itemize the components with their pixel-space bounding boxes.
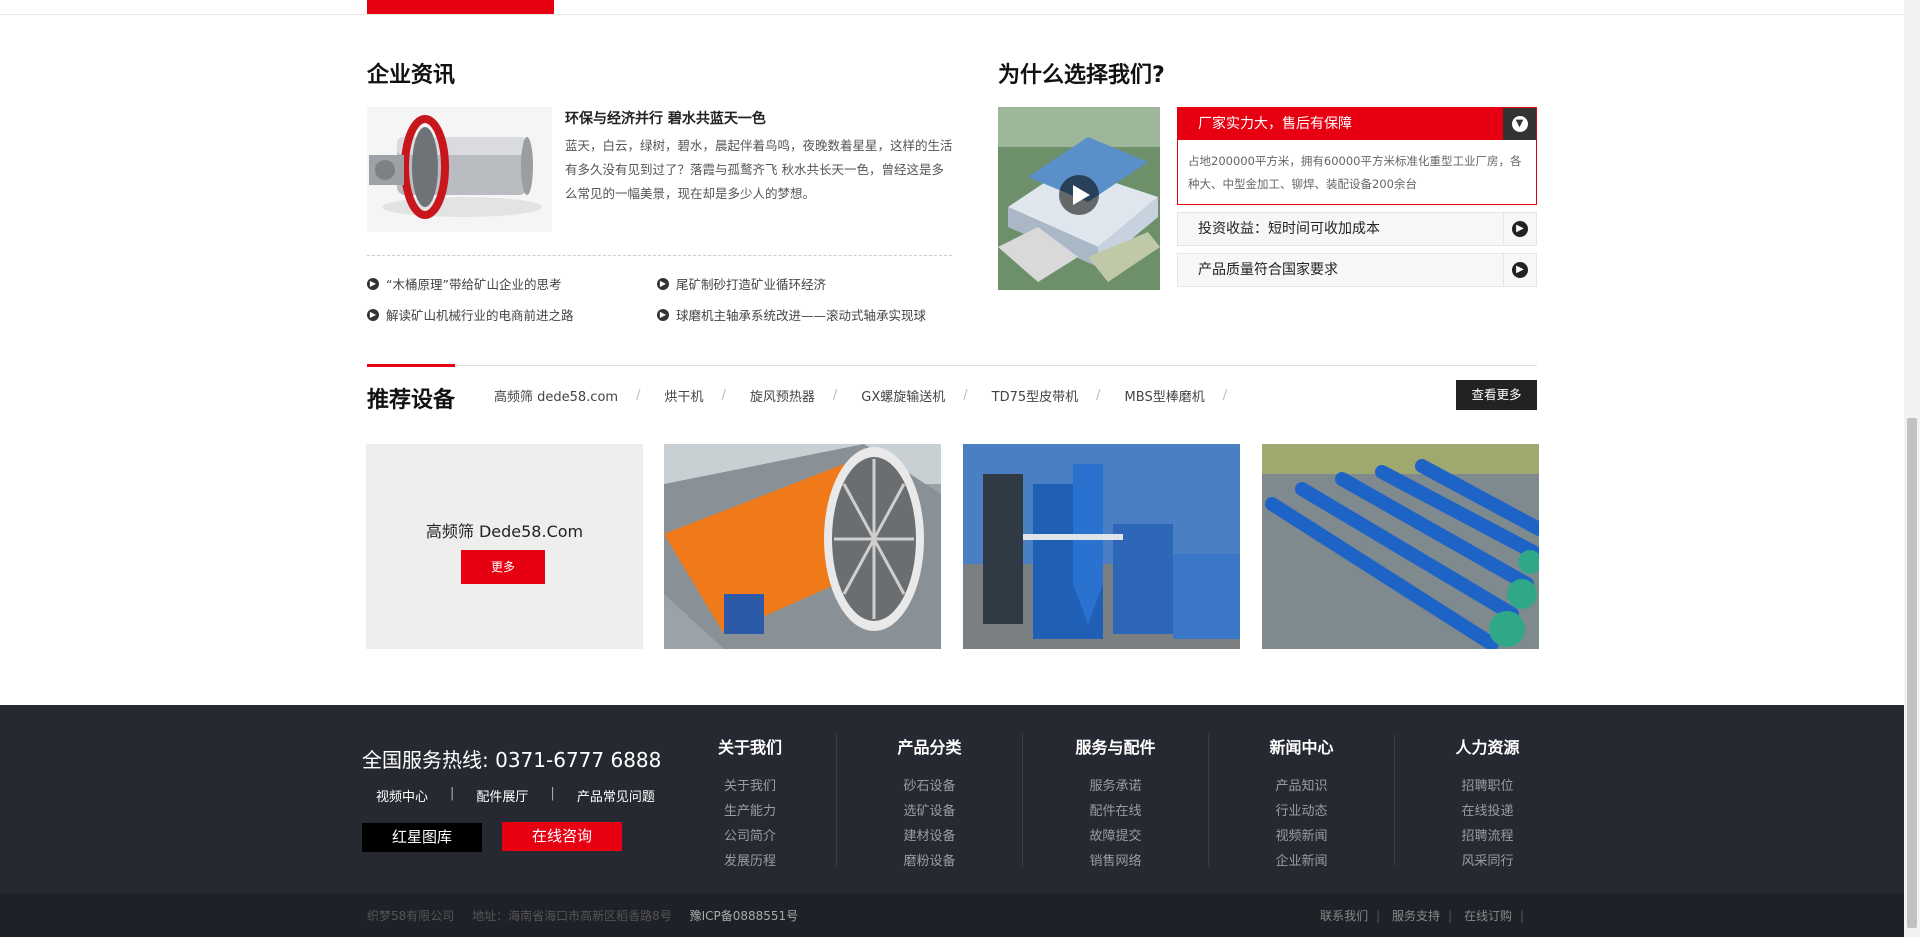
news-divider — [367, 255, 952, 256]
product-name[interactable]: 高频筛 Dede58.Com — [366, 518, 643, 542]
chevron-right-icon[interactable]: ▶ — [1503, 213, 1536, 245]
footer-link[interactable]: 产品常见问题 — [577, 786, 655, 805]
footer-column-link[interactable]: 磨粉设备 — [837, 849, 1022, 874]
footer-column-link[interactable]: 在线投递 — [1395, 799, 1580, 824]
why-item-2[interactable]: 投资收益：短时间可收加成本 ▶ — [1177, 212, 1537, 246]
footer-column-title: 新闻中心 — [1269, 738, 1334, 757]
news-item[interactable]: ▶ “木桶原理”带给矿山企业的思考 — [367, 274, 657, 293]
footer-column-link[interactable]: 生产能力 — [657, 799, 843, 824]
footer-column-title: 人力资源 — [1455, 738, 1520, 757]
footer-column-link[interactable]: 视频新闻 — [1209, 824, 1394, 849]
footer-column-link[interactable]: 建材设备 — [837, 824, 1022, 849]
footer-column-link[interactable]: 公司简介 — [657, 824, 843, 849]
featured-news-desc: 蓝天，白云，绿树，碧水，晨起伴着鸟鸣，夜晚数着星星，这样的生活有多久没有见到过了… — [565, 138, 953, 201]
why-item-1[interactable]: 厂家实力大，售后有保障 ▼ 占地200000平方米，拥有60000平方米标准化重型… — [1177, 107, 1537, 205]
footer-column-hr: 人力资源 招聘职位 在线投递 招聘流程 风采同行 — [1394, 734, 1580, 869]
footer-column-products: 产品分类 砂石设备 选矿设备 建材设备 磨粉设备 — [836, 734, 1022, 869]
footer-column-link[interactable]: 选矿设备 — [837, 799, 1022, 824]
footer-column-link[interactable]: 关于我们 — [657, 774, 843, 799]
footer-column-link[interactable]: 服务承诺 — [1023, 774, 1208, 799]
company-name: 织梦58有限公司 — [367, 909, 455, 923]
footer-column-link[interactable]: 销售网络 — [1023, 849, 1208, 874]
footer-link[interactable]: 视频中心 — [376, 786, 428, 805]
product-card[interactable]: 高频筛 Dede58.Com 更多 — [366, 444, 643, 649]
page-scrollbar[interactable] — [1904, 0, 1920, 937]
footer-column-title: 关于我们 — [717, 738, 782, 757]
view-more-button[interactable]: 查看更多 — [1456, 380, 1537, 410]
product-image-screw-conveyor[interactable] — [1262, 444, 1539, 649]
footer-column-link[interactable]: 行业动态 — [1209, 799, 1394, 824]
copyright-info: 织梦58有限公司 地址：海南省海口市高新区稻香路8号 豫ICP备0888551号 — [367, 907, 812, 924]
footer-column-link[interactable]: 风采同行 — [1395, 849, 1580, 874]
why-item-1-body: 占地200000平方米，拥有60000平方米标准化重型工业厂房，各种大、中型金加… — [1178, 140, 1536, 204]
top-nav-strip — [0, 0, 1904, 15]
arrow-circle-icon: ▶ — [657, 308, 669, 321]
page: 企业资讯 环保与经济并行 碧水共蓝天一色 蓝天，白云，绿树，碧水，晨起伴着鸟鸣，… — [0, 0, 1920, 937]
factory-video-thumbnail[interactable] — [998, 107, 1160, 290]
why-item-2-label: 投资收益：短时间可收加成本 — [1198, 221, 1380, 237]
footer-link[interactable]: 配件展厅 — [476, 786, 528, 805]
news-item[interactable]: ▶ 解读矿山机械行业的电商前进之路 — [367, 305, 657, 324]
arrow-circle-icon: ▶ — [367, 277, 379, 290]
footer-column-link[interactable]: 故障提交 — [1023, 824, 1208, 849]
recommend-tab[interactable]: GX螺旋输送机 — [861, 386, 945, 405]
footer-column-about: 关于我们 关于我们 生产能力 公司简介 发展历程 — [657, 734, 843, 869]
recommend-tab[interactable]: MBS型棒磨机 — [1125, 386, 1205, 405]
bottom-link[interactable]: 服务支持 — [1392, 909, 1440, 923]
recommend-tab[interactable]: 烘干机 — [664, 386, 703, 405]
featured-news-image[interactable] — [367, 107, 552, 232]
product-more-button[interactable]: 更多 — [461, 550, 545, 584]
footer-column-link[interactable]: 发展历程 — [657, 849, 843, 874]
footer-column-news: 新闻中心 产品知识 行业动态 视频新闻 企业新闻 — [1208, 734, 1394, 869]
chevron-down-icon[interactable]: ▼ — [1503, 108, 1536, 140]
arrow-circle-icon: ▶ — [367, 308, 379, 321]
recommend-tabs: 高频筛 dede58.com / 烘干机 / 旋风预热器 / GX螺旋输送机 / TD7… — [494, 386, 1228, 405]
gallery-button[interactable]: 红星图库 — [362, 823, 482, 852]
company-address: 地址：海南省海口市高新区稻香路8号 — [472, 909, 672, 923]
why-item-1-label: 厂家实力大，售后有保障 — [1198, 116, 1352, 132]
footer-column-service: 服务与配件 服务承诺 配件在线 故障提交 销售网络 — [1022, 734, 1208, 869]
why-item-3-label: 产品质量符合国家要求 — [1198, 262, 1338, 278]
news-section-title: 企业资讯 — [367, 63, 456, 88]
bottom-links: 联系我们 | 服务支持 | 在线订购 | — [1320, 909, 1524, 923]
online-consult-button[interactable]: 在线咨询 — [502, 822, 622, 851]
product-image-rotary-dryer[interactable] — [664, 444, 941, 649]
recommend-title: 推荐设备 — [367, 388, 456, 413]
icp-number[interactable]: 豫ICP备0888551号 — [690, 909, 799, 923]
hotline-number[interactable]: 0371-6777 6888 — [495, 748, 661, 772]
footer-column-link[interactable]: 配件在线 — [1023, 799, 1208, 824]
news-item[interactable]: ▶ 尾矿制砂打造矿业循环经济 — [657, 274, 947, 293]
chevron-right-icon[interactable]: ▶ — [1503, 254, 1536, 286]
footer-bottom-bar — [0, 893, 1904, 937]
recommend-tab[interactable]: 高频筛 dede58.com — [494, 386, 618, 405]
featured-news-title[interactable]: 环保与经济并行 碧水共蓝天一色 — [565, 108, 766, 128]
service-hotline: 全国服务热线: 0371-6777 6888 — [362, 748, 662, 772]
bottom-link[interactable]: 联系我们 — [1320, 909, 1368, 923]
active-nav-tab[interactable] — [367, 0, 554, 14]
footer-column-title: 产品分类 — [897, 738, 962, 757]
product-image-cyclone-preheater[interactable] — [963, 444, 1240, 649]
footer-column-link[interactable]: 企业新闻 — [1209, 849, 1394, 874]
why-section-title: 为什么选择我们? — [998, 63, 1165, 88]
footer-quick-links: 视频中心 | 配件展厅 | 产品常见问题 — [376, 786, 655, 805]
why-accordion: 厂家实力大，售后有保障 ▼ 占地200000平方米，拥有60000平方米标准化重型… — [1177, 107, 1537, 294]
scrollbar-thumb[interactable] — [1907, 418, 1917, 928]
recommend-tab[interactable]: TD75型皮带机 — [992, 386, 1079, 405]
footer-column-title: 服务与配件 — [1075, 738, 1156, 757]
recommend-divider — [367, 364, 1537, 367]
recommend-tab[interactable]: 旋风预热器 — [750, 386, 815, 405]
bottom-link[interactable]: 在线订购 — [1464, 909, 1512, 923]
news-item[interactable]: ▶ 球磨机主轴承系统改进——滚动式轴承实现球 — [657, 305, 947, 324]
arrow-circle-icon: ▶ — [657, 277, 669, 290]
news-list: ▶ “木桶原理”带给矿山企业的思考 ▶ 尾矿制砂打造矿业循环经济 ▶ 解读矿山机械行业… — [367, 274, 957, 324]
why-item-3[interactable]: 产品质量符合国家要求 ▶ — [1177, 253, 1537, 287]
footer-column-link[interactable]: 砂石设备 — [837, 774, 1022, 799]
footer-column-link[interactable]: 招聘职位 — [1395, 774, 1580, 799]
footer-column-link[interactable]: 产品知识 — [1209, 774, 1394, 799]
footer-column-link[interactable]: 招聘流程 — [1395, 824, 1580, 849]
